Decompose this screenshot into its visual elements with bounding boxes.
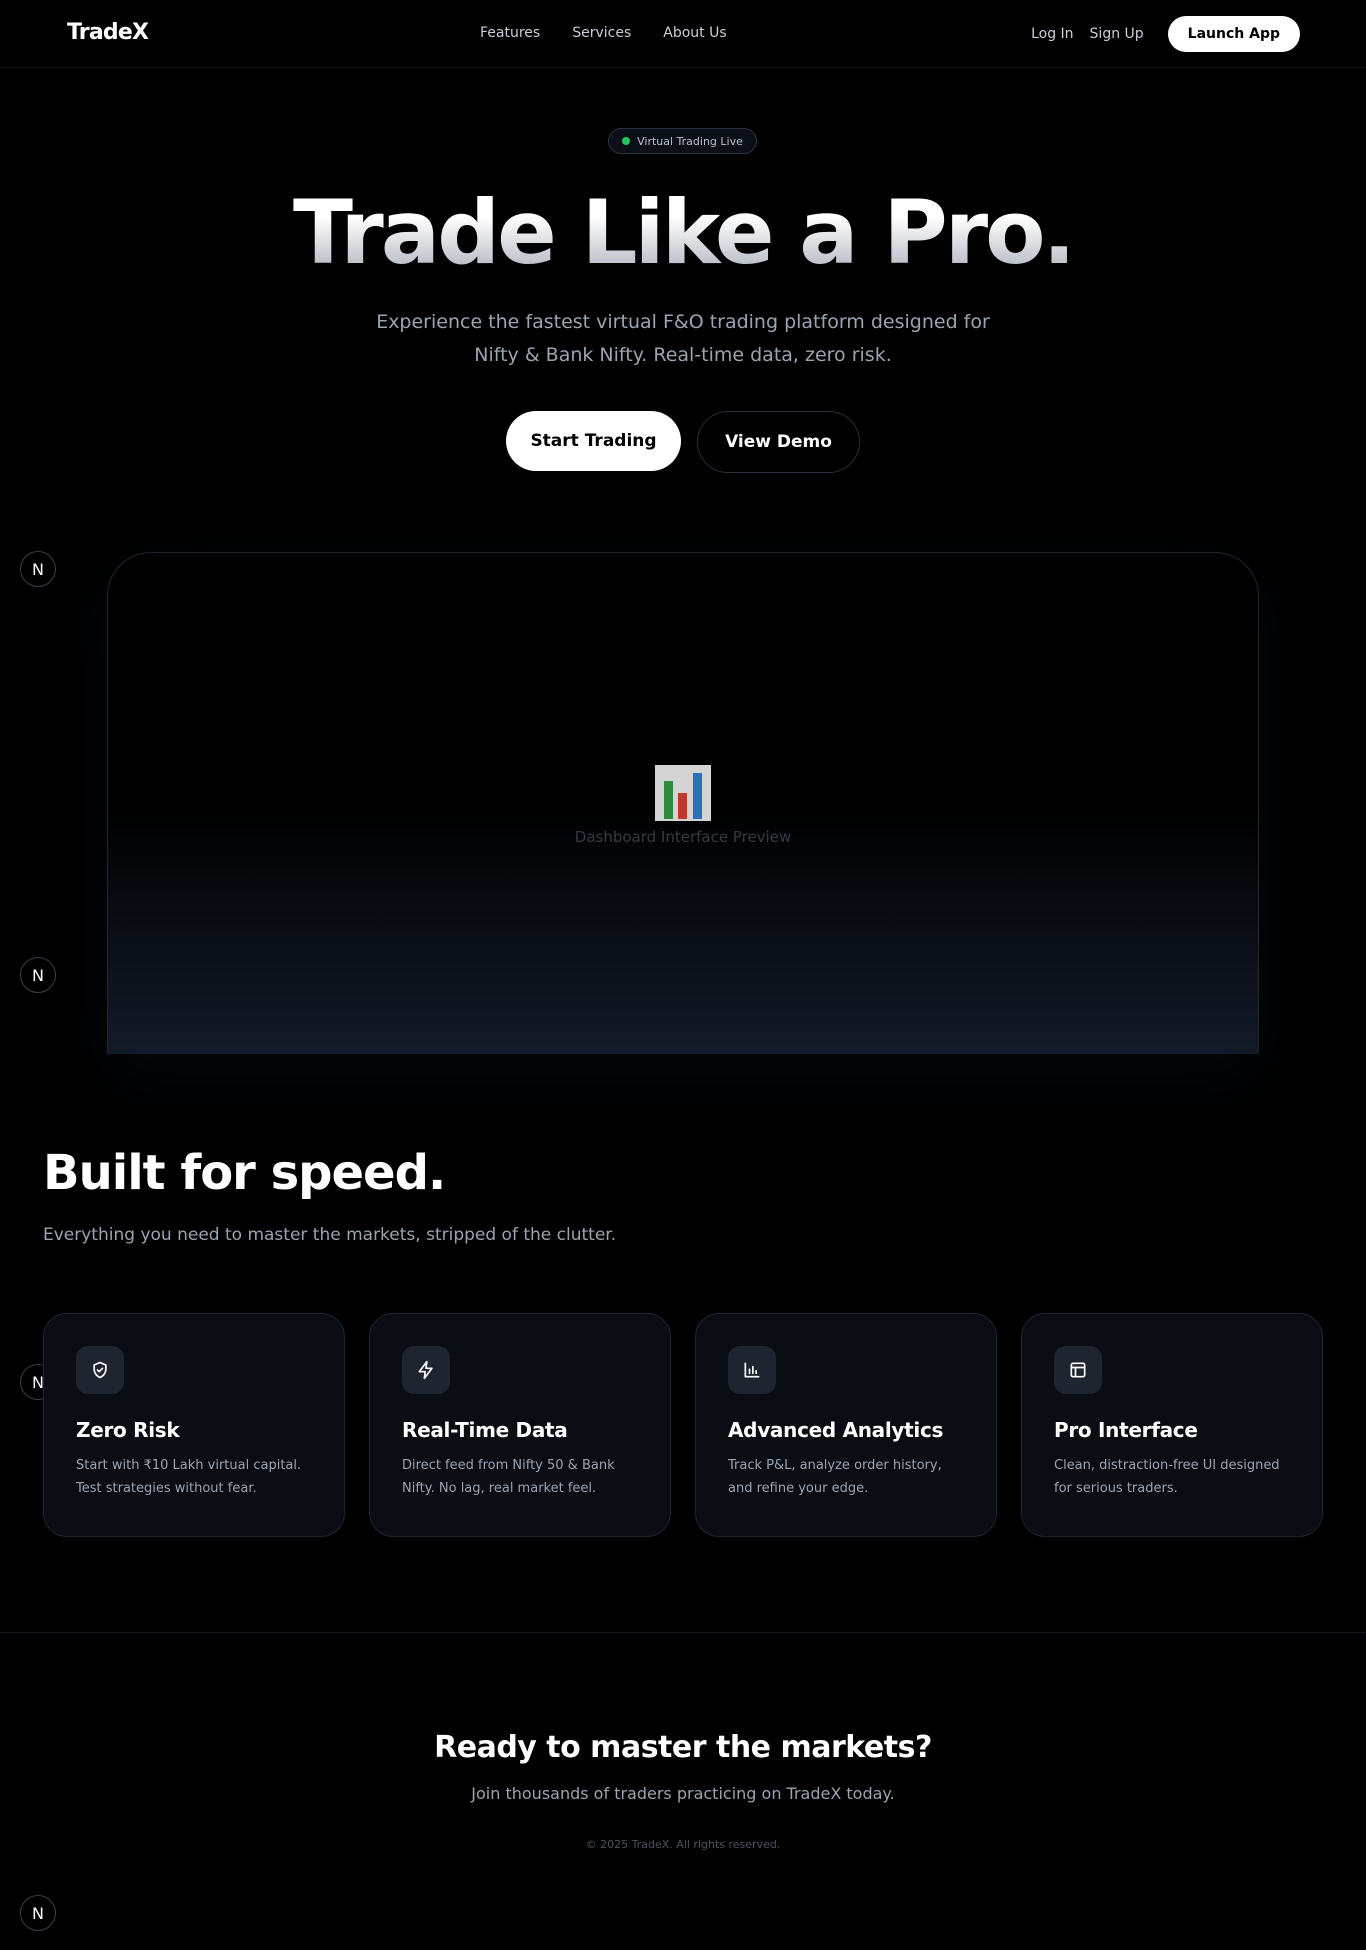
features-title: Built for speed. xyxy=(43,1145,446,1201)
feature-card-title: Pro Interface xyxy=(1054,1418,1198,1442)
live-status-badge: Virtual Trading Live xyxy=(608,128,757,154)
view-demo-button[interactable]: View Demo xyxy=(697,411,860,473)
nav-link-about-us[interactable]: About Us xyxy=(663,25,726,41)
brand-logo[interactable]: TradeX xyxy=(67,20,149,45)
start-trading-button[interactable]: Start Trading xyxy=(506,411,681,471)
bar-chart-icon xyxy=(728,1346,776,1394)
nav-link-services[interactable]: Services xyxy=(572,25,631,41)
section-divider xyxy=(0,1632,1366,1633)
copyright-text: © 2025 TradeX. All rights reserved. xyxy=(585,1838,781,1851)
feature-card-desc: Track P&L, analyze order history, and re… xyxy=(728,1458,942,1496)
feature-card-title: Real-Time Data xyxy=(402,1418,568,1442)
hero-actions: Start Trading View Demo xyxy=(0,411,1366,473)
nav-link-features[interactable]: Features xyxy=(480,25,540,41)
login-link[interactable]: Log In xyxy=(1031,26,1073,42)
live-dot-icon xyxy=(622,137,631,145)
feature-card-pro-interface[interactable]: Pro Interface Clean, distraction-free UI… xyxy=(1021,1313,1323,1537)
feature-card-zero-risk[interactable]: Zero Risk Start with ₹10 Lakh virtual ca… xyxy=(43,1313,345,1537)
lightning-icon xyxy=(402,1346,450,1394)
bar-chart-emoji-icon xyxy=(655,765,711,821)
cta-title: Ready to master the markets? xyxy=(434,1730,932,1765)
signup-link[interactable]: Sign Up xyxy=(1090,26,1144,42)
preview-label: Dashboard Interface Preview xyxy=(574,828,792,846)
live-status-text: Virtual Trading Live xyxy=(637,134,743,148)
launch-app-button[interactable]: Launch App xyxy=(1167,16,1300,52)
top-navbar: TradeX Features Services About Us Log In… xyxy=(0,0,1366,68)
hero-title: Trade Like a Pro. xyxy=(0,178,1366,288)
cta-subtitle: Join thousands of traders practicing on … xyxy=(471,1784,895,1803)
dashboard-preview: Dashboard Interface Preview xyxy=(107,552,1259,1054)
n-devtools-badge[interactable]: N xyxy=(20,551,56,587)
features-subtitle: Everything you need to master the market… xyxy=(43,1225,617,1245)
feature-card-title: Advanced Analytics xyxy=(728,1418,944,1442)
layout-icon xyxy=(1054,1346,1102,1394)
shield-check-icon xyxy=(76,1346,124,1394)
feature-cards: Zero Risk Start with ₹10 Lakh virtual ca… xyxy=(43,1313,1323,1537)
feature-card-title: Zero Risk xyxy=(76,1418,180,1442)
feature-card-desc: Direct feed from Nifty 50 & Bank Nifty. … xyxy=(402,1458,615,1496)
nav-links: Features Services About Us xyxy=(480,25,727,41)
n-devtools-badge[interactable]: N xyxy=(20,1895,56,1931)
n-devtools-badge[interactable]: N xyxy=(20,957,56,993)
nav-actions: Log In Sign Up Launch App xyxy=(1031,16,1300,52)
feature-card-advanced-analytics[interactable]: Advanced Analytics Track P&L, analyze or… xyxy=(695,1313,997,1537)
feature-card-desc: Clean, distraction-free UI designed for … xyxy=(1054,1458,1280,1496)
feature-card-desc: Start with ₹10 Lakh virtual capital. Tes… xyxy=(76,1458,302,1496)
feature-card-real-time-data[interactable]: Real-Time Data Direct feed from Nifty 50… xyxy=(369,1313,671,1537)
hero-subtitle: Experience the fastest virtual F&O tradi… xyxy=(376,311,990,366)
